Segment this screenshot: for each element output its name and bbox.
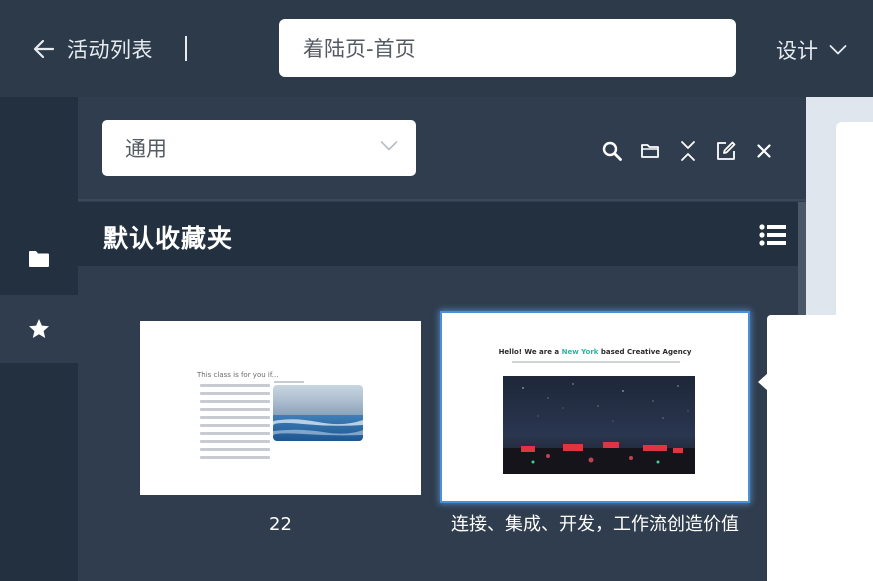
back-to-activity-list[interactable]: 活动列表 bbox=[33, 34, 153, 64]
slide-bullets bbox=[200, 384, 270, 464]
category-value: 通用 bbox=[125, 137, 167, 161]
edit-icon bbox=[717, 141, 736, 160]
page-title-input[interactable] bbox=[279, 19, 736, 77]
folder-icon bbox=[29, 251, 49, 267]
slide-title: This class is for you if... bbox=[197, 371, 279, 379]
panel-tools bbox=[600, 139, 790, 163]
collapse-button[interactable] bbox=[676, 139, 700, 163]
search-button[interactable] bbox=[600, 139, 624, 163]
chevron-down-icon bbox=[829, 45, 847, 55]
close-button[interactable] bbox=[752, 139, 776, 163]
collapse-icon bbox=[681, 141, 695, 161]
edit-button[interactable] bbox=[714, 139, 738, 163]
template-card-label: 连接、集成、开发，工作流创造价值 bbox=[451, 514, 739, 535]
template-card-selected[interactable]: Hello! We are a New York based Creative … bbox=[440, 311, 750, 503]
back-label: 活动列表 bbox=[67, 38, 153, 62]
section-title: 默认收藏夹 bbox=[103, 224, 234, 253]
arrow-left-icon bbox=[33, 39, 55, 59]
preview-popover bbox=[767, 315, 873, 581]
chevron-down-icon bbox=[380, 141, 398, 151]
top-bar: 活动列表 设计 bbox=[0, 0, 873, 97]
left-rail bbox=[0, 97, 78, 581]
list-icon[interactable] bbox=[759, 224, 787, 246]
search-icon bbox=[602, 141, 622, 161]
folder-button[interactable] bbox=[638, 139, 662, 163]
night-sky-photo bbox=[503, 376, 695, 474]
category-select[interactable]: 通用 bbox=[102, 120, 416, 176]
slide-caption bbox=[274, 381, 304, 383]
mode-label: 设计 bbox=[776, 39, 818, 63]
template-card[interactable]: This class is for you if... bbox=[140, 321, 421, 495]
mode-dropdown[interactable]: 设计 bbox=[776, 36, 847, 64]
rail-favorites-button[interactable] bbox=[0, 295, 78, 363]
ocean-photo bbox=[273, 385, 363, 441]
slide-subtitle bbox=[512, 361, 680, 363]
folder-icon bbox=[641, 144, 659, 158]
rail-folder-button[interactable] bbox=[0, 225, 78, 293]
favorites-section-header: 默认收藏夹 bbox=[78, 202, 798, 266]
header-divider bbox=[185, 36, 187, 61]
slide-headline: Hello! We are a New York based Creative … bbox=[498, 348, 692, 356]
template-card-label: 22 bbox=[269, 514, 292, 535]
close-icon bbox=[757, 144, 771, 158]
app-window: 活动列表 设计 通用 bbox=[0, 0, 873, 581]
panel-toolbar: 通用 bbox=[78, 97, 806, 201]
favorites-panel: 通用 默认收藏夹 This class is for you if... 22 … bbox=[78, 97, 806, 581]
star-icon bbox=[29, 319, 49, 338]
